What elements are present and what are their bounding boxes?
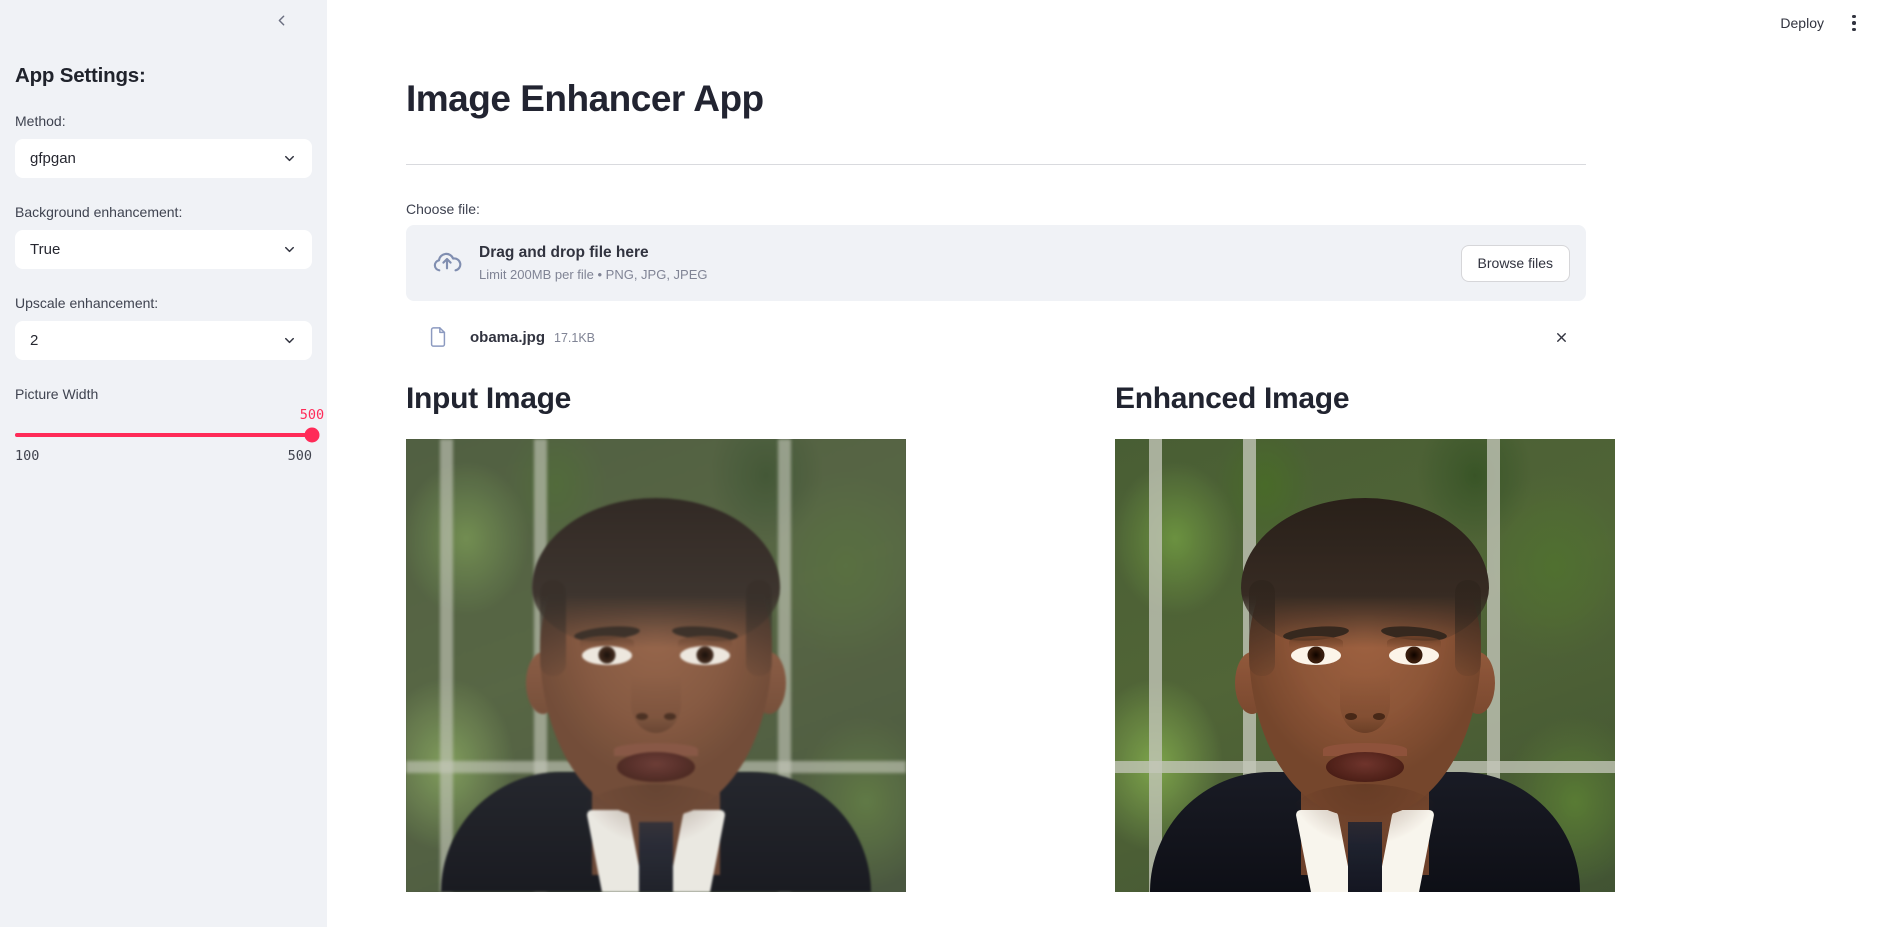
input-image xyxy=(406,439,906,893)
uploaded-file-name: obama.jpg xyxy=(470,328,546,346)
close-x-icon xyxy=(1554,330,1569,345)
enhanced-image xyxy=(1115,439,1615,893)
streamlit-app: App Settings: Method: gfpgan Background … xyxy=(0,0,1884,927)
upscale-enhancement-select[interactable]: 2 xyxy=(15,320,312,360)
mouth xyxy=(617,751,695,782)
background-enhancement-label: Background enhancement: xyxy=(15,203,183,220)
kebab-dot xyxy=(1852,27,1856,32)
eyelid-right xyxy=(1387,636,1441,649)
enhanced-image-title: Enhanced Image xyxy=(1115,382,1350,416)
field-upscale-enhancement: Upscale enhancement: 2 xyxy=(15,293,312,360)
main-topbar: Deploy xyxy=(1770,0,1884,46)
content-container: Image Enhancer App Choose file: Drag and… xyxy=(327,0,1884,893)
file-document-icon xyxy=(424,325,452,349)
sidebar-collapse-button[interactable] xyxy=(267,6,295,34)
slider-fill xyxy=(15,432,312,437)
sidebar: App Settings: Method: gfpgan Background … xyxy=(0,0,327,927)
chevron-down-icon xyxy=(281,332,297,348)
input-image-title: Input Image xyxy=(406,382,572,416)
picture-width-current-value: 500 xyxy=(299,406,325,423)
upscale-enhancement-label: Upscale enhancement: xyxy=(15,294,159,311)
mouth xyxy=(1326,751,1404,782)
iris xyxy=(1307,646,1325,664)
field-background-enhancement: Background enhancement: True xyxy=(15,202,312,269)
chin-shadow xyxy=(1290,783,1440,844)
dropzone-limits: Limit 200MB per file • PNG, JPG, JPEG xyxy=(479,267,708,283)
eyelid-right xyxy=(678,636,732,649)
main-content: Deploy Image Enhancer App Choose file: D… xyxy=(327,0,1884,927)
eye-right xyxy=(1389,645,1439,665)
remove-file-button[interactable] xyxy=(1548,324,1574,350)
nose xyxy=(1340,674,1390,733)
choose-file-label: Choose file: xyxy=(406,201,480,218)
chevron-down-icon xyxy=(281,150,297,166)
hair xyxy=(1241,498,1489,649)
picture-width-slider[interactable]: 500 100 500 xyxy=(15,407,324,464)
kebab-dot xyxy=(1852,14,1856,19)
header-divider xyxy=(406,164,1586,166)
nose xyxy=(631,674,681,733)
sideburn-left xyxy=(540,579,566,676)
page-title: Image Enhancer App xyxy=(406,78,764,119)
sideburn-right xyxy=(1455,579,1481,676)
slider-range-labels: 100 500 xyxy=(15,448,312,464)
chevron-down-icon xyxy=(281,241,297,257)
field-method: Method: gfpgan xyxy=(15,111,312,178)
dropzone-text: Drag and drop file here Limit 200MB per … xyxy=(470,242,1461,284)
picture-width-label: Picture Width xyxy=(15,385,99,402)
column-input-image: Input Image xyxy=(406,381,1115,893)
chin-shadow xyxy=(581,783,731,844)
uploaded-file-meta: obama.jpg 17.1KB xyxy=(452,329,1548,346)
column-enhanced-image: Enhanced Image xyxy=(1115,381,1824,893)
slider-track[interactable] xyxy=(15,427,320,443)
field-picture-width: Picture Width 500 100 500 xyxy=(15,384,324,464)
background-enhancement-select[interactable]: True xyxy=(15,229,312,269)
slider-min-label: 100 xyxy=(15,447,40,464)
cloud-upload-icon xyxy=(424,247,470,279)
hair xyxy=(532,498,780,649)
browse-files-button[interactable]: Browse files xyxy=(1460,244,1570,283)
eye-left xyxy=(582,645,632,665)
sidebar-heading: App Settings: xyxy=(15,64,146,87)
iris xyxy=(1405,646,1423,664)
sideburn-left xyxy=(1249,579,1275,676)
background-enhancement-select-value: True xyxy=(30,240,61,258)
file-dropzone[interactable]: Drag and drop file here Limit 200MB per … xyxy=(406,225,1586,302)
portrait-subject xyxy=(406,439,906,893)
eyelid-left xyxy=(1289,636,1343,649)
slider-thumb[interactable] xyxy=(304,427,320,443)
upscale-enhancement-select-value: 2 xyxy=(30,331,39,349)
method-select-value: gfpgan xyxy=(30,149,76,167)
kebab-menu-icon[interactable] xyxy=(1840,9,1868,37)
sidebar-topbar xyxy=(15,0,312,40)
image-columns: Input Image Enhanced Image xyxy=(406,381,1824,893)
iris xyxy=(598,646,616,664)
deploy-button[interactable]: Deploy xyxy=(1770,11,1834,35)
uploaded-file-size: 17.1KB xyxy=(554,330,596,345)
eye-right xyxy=(680,645,730,665)
eye-left xyxy=(1291,645,1341,665)
kebab-dot xyxy=(1852,21,1856,25)
portrait-subject xyxy=(1115,439,1615,893)
eyelid-left xyxy=(580,636,634,649)
iris xyxy=(696,646,714,664)
method-label: Method: xyxy=(15,112,66,129)
chevron-left-icon xyxy=(273,12,290,29)
uploaded-file-row: obama.jpg 17.1KB xyxy=(406,313,1586,361)
dropzone-instruction: Drag and drop file here xyxy=(479,244,649,262)
method-select[interactable]: gfpgan xyxy=(15,138,312,178)
sideburn-right xyxy=(746,579,772,676)
slider-max-label: 500 xyxy=(287,447,312,464)
